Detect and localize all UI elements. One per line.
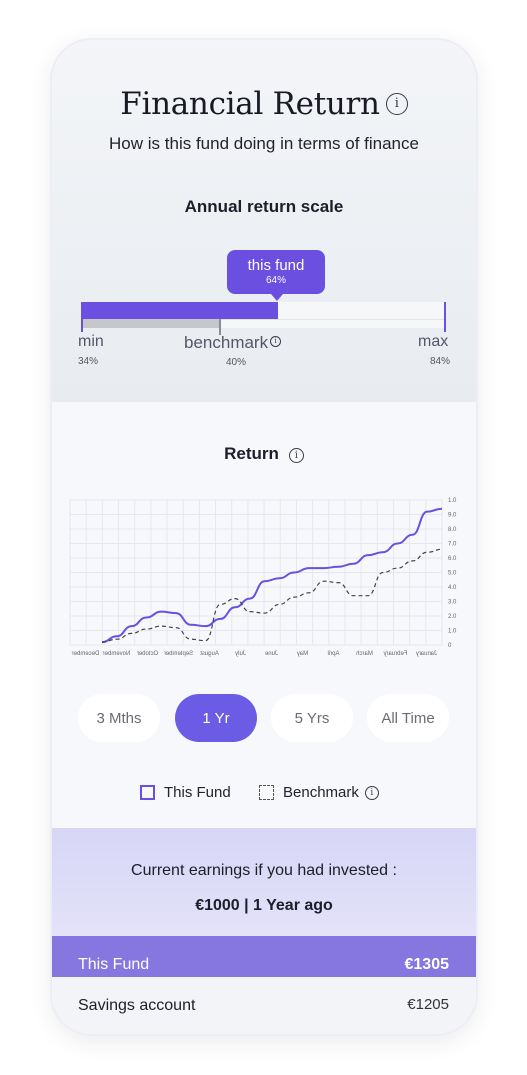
earnings-row-savings: Savings account €1205 <box>52 977 476 1034</box>
y-tick-label: 4.0 <box>448 585 457 591</box>
fund-fill-bar <box>81 302 278 319</box>
return-scale-section: Financial Return i How is this fund doing… <box>52 40 476 402</box>
earnings-row-fund: This Fund €1305 <box>52 936 476 977</box>
y-tick-label: 7.0 <box>448 542 457 548</box>
legend-fund-swatch <box>140 785 155 800</box>
earnings-row-label: Savings account <box>78 997 196 1014</box>
earnings-row-value: €1305 <box>404 956 450 973</box>
x-tick-label: May <box>297 651 308 657</box>
period-3m-button[interactable]: 3 Mths <box>78 694 160 742</box>
phone-frame: Financial Return i How is this fund doing… <box>52 40 476 1034</box>
y-tick-label: 8.0 <box>448 527 457 533</box>
max-tick <box>444 302 446 332</box>
period-5y-button[interactable]: 5 Yrs <box>271 694 353 742</box>
page-subtitle: How is this fund doing in terms of finan… <box>109 134 419 153</box>
tooltip-label: this fund <box>247 257 305 274</box>
x-tick-label: April <box>327 651 339 657</box>
legend-benchmark[interactable]: Benchmark i <box>259 784 379 801</box>
x-tick-label: February <box>383 651 407 657</box>
tooltip-value: 64% <box>265 275 286 286</box>
x-tick-label: June <box>264 651 278 657</box>
y-tick-label: 5.0 <box>448 571 457 577</box>
x-tick-label: January <box>416 651 437 657</box>
return-title-text: Return <box>224 444 279 463</box>
fund-tooltip: this fund 64% <box>227 250 325 301</box>
page-title-text: Financial Return <box>120 86 380 122</box>
max-value: 84% <box>430 356 451 367</box>
y-tick-label: 1.0 <box>448 629 457 635</box>
earnings-row-label: This Fund <box>78 956 150 973</box>
return-chart-container: 0 1.0 2.0 3.0 4.0 5.0 6.0 7.0 8.0 9.0 1.0 December N… <box>64 495 464 680</box>
chart-legend: This Fund Benchmark i <box>52 784 476 804</box>
x-tick-label: August <box>200 651 219 657</box>
benchmark-value: 40% <box>226 357 247 368</box>
return-chart: 0 1.0 2.0 3.0 4.0 5.0 6.0 7.0 8.0 9.0 1.0 December N… <box>69 498 457 657</box>
min-label: min <box>78 333 104 350</box>
earnings-intro: Current earnings if you had invested : <box>131 862 397 879</box>
info-icon[interactable]: i <box>288 448 304 463</box>
y-tick-label: 6.0 <box>448 556 457 562</box>
x-tick-label: December <box>72 651 100 657</box>
info-icon[interactable]: i <box>270 335 282 347</box>
earnings-amount: €1000 | 1 Year ago <box>195 897 333 914</box>
period-all-button[interactable]: All Time <box>367 694 449 742</box>
x-tick-label: July <box>235 651 246 657</box>
return-scale-track <box>81 302 445 328</box>
legend-fund[interactable]: This Fund <box>140 784 231 801</box>
benchmark-label: benchmark i <box>184 333 282 353</box>
y-tick-label: 0 <box>448 643 452 649</box>
min-tick <box>81 302 83 332</box>
period-selector: 3 Mths 1 Yr 5 Yrs All Time <box>78 694 452 742</box>
period-1y-button[interactable]: 1 Yr <box>175 694 257 742</box>
earnings-row-value: €1205 <box>407 996 449 1013</box>
x-tick-label: November <box>103 651 131 657</box>
benchmark-series-line <box>101 548 443 643</box>
info-icon[interactable]: i <box>385 92 408 115</box>
legend-benchmark-swatch <box>259 785 274 800</box>
y-tick-label: 2.0 <box>448 614 457 620</box>
max-label: max <box>418 333 449 350</box>
legend-benchmark-label: Benchmark <box>283 784 359 801</box>
benchmark-fill-bar <box>81 319 220 328</box>
scale-title: Annual return scale <box>184 197 344 216</box>
info-icon[interactable]: i <box>364 785 379 800</box>
y-tick-label: 9.0 <box>448 513 457 519</box>
min-value: 34% <box>78 356 99 367</box>
x-tick-label: September <box>164 651 193 657</box>
x-tick-label: March <box>356 651 373 657</box>
earnings-panel: Current earnings if you had invested : €… <box>52 828 476 936</box>
x-tick-label: October <box>137 651 158 657</box>
legend-fund-label: This Fund <box>164 784 231 801</box>
y-tick-label: 1.0 <box>448 498 457 504</box>
return-title: Return i <box>52 444 476 464</box>
benchmark-label-text: benchmark <box>184 333 269 352</box>
page-title: Financial Return i <box>52 86 476 122</box>
y-tick-label: 3.0 <box>448 600 457 606</box>
